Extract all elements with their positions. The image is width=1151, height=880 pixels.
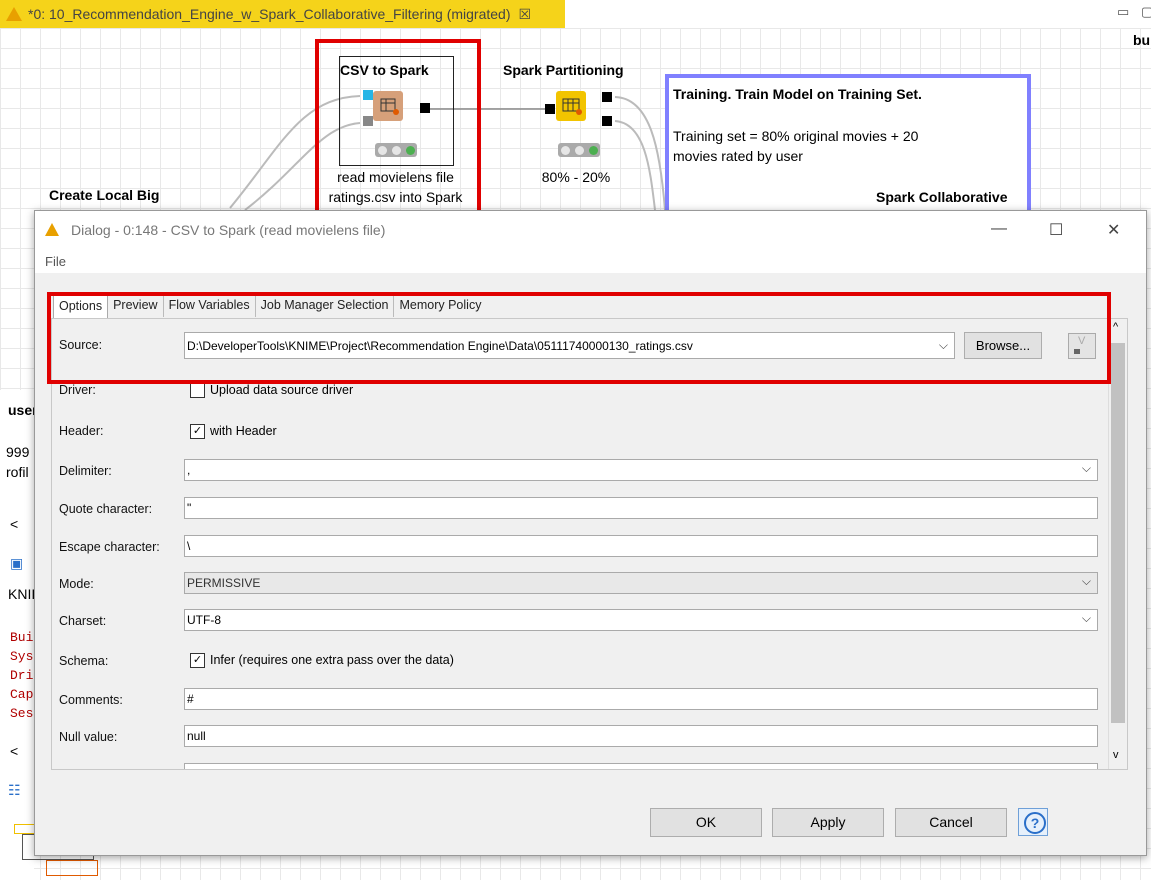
options-panel: Source: D:\DeveloperTools\KNIME\Project\… — [51, 318, 1128, 770]
mode-label: Mode: — [59, 577, 94, 591]
node-desc-spark-partitioning: 80% - 20% — [541, 169, 611, 185]
input-port[interactable] — [545, 104, 555, 114]
schema-label: Schema: — [59, 654, 109, 668]
chevron-down-icon[interactable]: ⌵ — [1082, 611, 1091, 626]
dialog-title: Dialog - 0:148 - CSV to Spark (read movi… — [71, 222, 386, 238]
infer-schema-label: Infer (requires one extra pass over the … — [210, 653, 454, 667]
log-line-4: Cap — [10, 687, 34, 702]
null-value-label: Null value: — [59, 730, 118, 744]
output-port-test[interactable] — [602, 116, 612, 126]
log-line-2: Sys — [10, 649, 34, 664]
warning-icon — [45, 223, 59, 236]
cancel-button[interactable]: Cancel — [895, 808, 1007, 837]
annotation-line1: Training set = 80% original movies + 20 — [673, 128, 919, 144]
dialog-titlebar[interactable]: Dialog - 0:148 - CSV to Spark (read movi… — [35, 211, 1146, 249]
csv-to-spark-dialog: Dialog - 0:148 - CSV to Spark (read movi… — [34, 210, 1147, 856]
mode-combo[interactable]: PERMISSIVE ⌵ — [184, 572, 1098, 594]
apply-button[interactable]: Apply — [772, 808, 884, 837]
highlight-tabs-source — [47, 292, 1111, 384]
escape-label: Escape character: — [59, 540, 160, 554]
spark-partitioning-node-icon[interactable] — [556, 91, 586, 121]
charset-combo[interactable]: UTF-8 ⌵ — [184, 609, 1098, 631]
left-snippet-rofil: rofil — [6, 464, 29, 480]
delimiter-value: , — [187, 463, 191, 477]
quote-label: Quote character: — [59, 502, 153, 516]
header-label: Header: — [59, 424, 104, 438]
editor-tabstrip: ▭ ▢ — [565, 0, 1151, 28]
log-line-5: Ses — [10, 706, 34, 721]
dialog-menubar: File — [35, 249, 1146, 273]
upload-driver-label: Upload data source driver — [210, 383, 354, 397]
create-local-big-label: Create Local Big — [49, 187, 160, 203]
charset-value: UTF-8 — [187, 613, 221, 627]
annotation-title: Training. Train Model on Training Set. — [673, 86, 922, 102]
annotation-line2: movies rated by user — [673, 148, 803, 164]
annotation-footer: Spark Collaborative — [876, 189, 1008, 205]
training-annotation[interactable]: Training. Train Model on Training Set. T… — [665, 74, 1031, 232]
driver-label: Driver: — [59, 383, 96, 397]
ok-button[interactable]: OK — [650, 808, 762, 837]
scroll-left-arrow[interactable]: < — [10, 516, 18, 532]
left-snippet-knime: KNII — [8, 586, 36, 602]
chevron-down-icon[interactable]: ⌵ — [1082, 574, 1091, 589]
scrollbar-thumb[interactable] — [1111, 343, 1125, 723]
editor-tab[interactable]: *0: 10_Recommendation_Engine_w_Spark_Col… — [0, 0, 565, 28]
outline-icon[interactable]: ☷ — [8, 782, 21, 799]
escape-value: \ — [187, 539, 191, 553]
chevron-down-icon[interactable]: ⌵ — [1082, 461, 1091, 476]
options-scrollbar[interactable]: ^ v — [1108, 319, 1127, 769]
infer-schema-checkbox[interactable]: ✓ — [190, 653, 205, 668]
delimiter-label: Delimiter: — [59, 464, 112, 478]
quote-character-input[interactable]: " — [184, 497, 1098, 519]
warning-icon — [6, 7, 22, 21]
menu-file[interactable]: File — [45, 254, 66, 269]
log-line-1: Bui — [10, 630, 34, 645]
comments-label: Comments: — [59, 693, 123, 707]
node-status-spark-partitioning — [558, 143, 600, 157]
null-value-input[interactable]: null — [184, 725, 1098, 747]
help-button[interactable]: ? — [1018, 808, 1048, 836]
node-title-spark-partitioning: Spark Partitioning — [503, 62, 624, 78]
maximize-icon[interactable]: ▢ — [1141, 4, 1151, 20]
with-header-checkbox[interactable]: ✓ — [190, 424, 205, 439]
date-format-input[interactable] — [184, 763, 1098, 769]
scroll-up-arrow[interactable]: ^ — [1113, 321, 1118, 333]
minimize-icon[interactable]: ▭ — [1117, 4, 1129, 20]
upload-driver-checkbox[interactable] — [190, 383, 205, 398]
close-tab-icon[interactable]: ☒ — [519, 6, 532, 23]
scroll-left-arrow-2[interactable]: < — [10, 743, 18, 759]
null-value-value: null — [187, 729, 206, 743]
log-line-3: Dri — [10, 668, 34, 683]
charset-label: Charset: — [59, 614, 107, 628]
help-icon: ? — [1024, 812, 1046, 834]
quote-value: " — [187, 501, 192, 515]
escape-character-input[interactable]: \ — [184, 535, 1098, 557]
comments-value: # — [187, 692, 194, 706]
editor-tab-title: *0: 10_Recommendation_Engine_w_Spark_Col… — [28, 6, 511, 22]
comments-input[interactable]: # — [184, 688, 1098, 710]
left-snippet-999: 999 — [6, 444, 30, 460]
mode-value: PERMISSIVE — [187, 576, 261, 590]
console-icon[interactable]: ▣ — [10, 555, 23, 572]
output-port-train[interactable] — [602, 92, 612, 102]
maximize-button[interactable]: ☐ — [1049, 220, 1063, 240]
close-button[interactable]: ✕ — [1107, 220, 1120, 240]
highlight-csv-node — [315, 39, 481, 215]
scroll-down-arrow[interactable]: v — [1113, 749, 1119, 761]
with-header-label: with Header — [210, 424, 277, 438]
delimiter-combo[interactable]: , ⌵ — [184, 459, 1098, 481]
minimize-button[interactable]: — — [991, 220, 1007, 238]
